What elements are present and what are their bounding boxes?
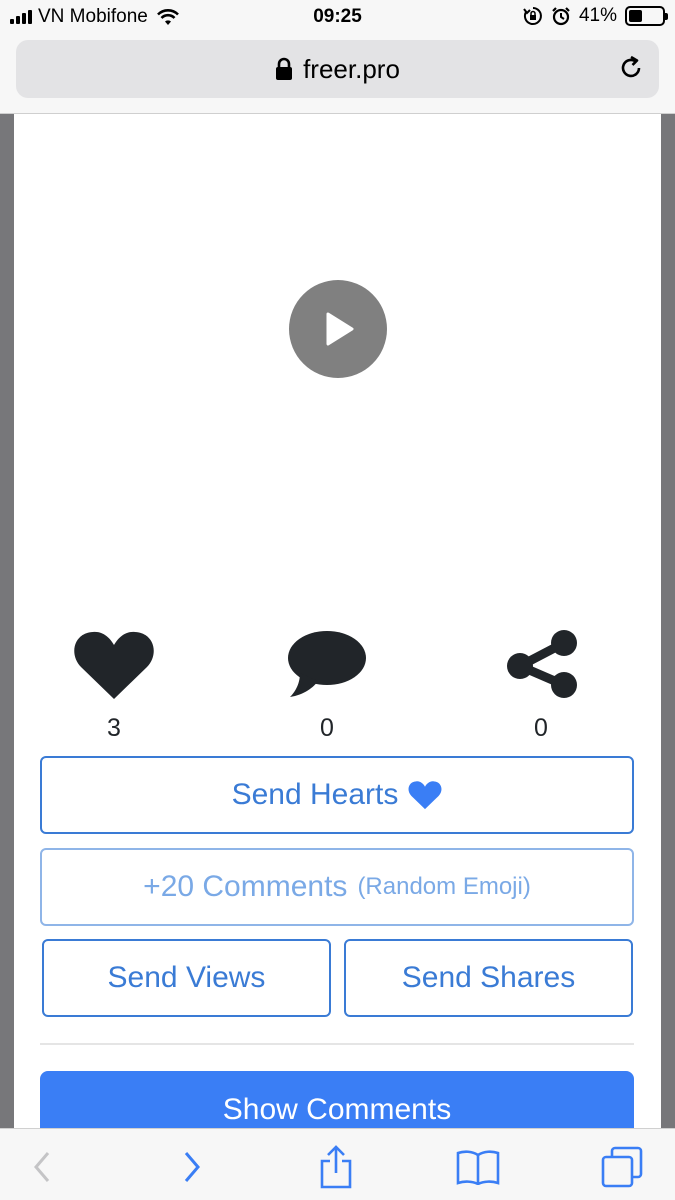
- status-bar: VN Mobifone 09:25 41%: [0, 0, 675, 36]
- comments-stat: 0: [267, 629, 387, 743]
- add-comments-label: +20 Comments: [143, 870, 348, 903]
- address-bar[interactable]: freer.pro: [16, 40, 659, 98]
- battery-fill: [629, 10, 643, 22]
- tabs-button[interactable]: [600, 1145, 644, 1189]
- add-comments-button[interactable]: +20 Comments (Random Emoji): [40, 848, 634, 926]
- battery-icon: [625, 6, 668, 26]
- share-button[interactable]: [314, 1145, 358, 1189]
- send-hearts-label: Send Hearts: [231, 778, 399, 811]
- status-right: 41%: [523, 5, 668, 27]
- hearts-stat: 3: [54, 629, 174, 743]
- battery-percent: 41%: [578, 5, 617, 26]
- page-content: 3 0 0 Send Hearts +20 Comments (Random E…: [14, 114, 661, 1128]
- lock-icon: [276, 57, 293, 80]
- add-comments-sublabel: (Random Emoji): [357, 873, 531, 900]
- comment-icon: [288, 631, 366, 697]
- browser-toolbar: [0, 1128, 675, 1200]
- divider: [40, 1043, 634, 1045]
- shares-stat: 0: [481, 629, 601, 743]
- send-hearts-button[interactable]: Send Hearts: [40, 756, 634, 834]
- chevron-left-icon: [34, 1152, 50, 1182]
- book-icon: [456, 1150, 500, 1185]
- bookmarks-button[interactable]: [456, 1145, 500, 1189]
- video-player[interactable]: [14, 114, 661, 614]
- blue-heart-icon: [408, 781, 442, 810]
- send-shares-button[interactable]: Send Shares: [344, 939, 633, 1017]
- share-sheet-icon: [320, 1145, 352, 1189]
- comments-count: 0: [320, 714, 334, 742]
- chevron-right-icon: [184, 1152, 200, 1182]
- show-comments-button[interactable]: Show Comments: [40, 1071, 634, 1128]
- heart-icon: [74, 631, 154, 699]
- shares-count: 0: [534, 714, 548, 742]
- share-icon: [507, 630, 577, 698]
- stats-row: 3 0 0: [14, 629, 661, 742]
- url-text: freer.pro: [303, 53, 400, 84]
- alarm-icon: [552, 7, 570, 26]
- back-button[interactable]: [20, 1145, 64, 1189]
- hearts-count: 3: [107, 714, 121, 742]
- tabs-icon: [601, 1146, 643, 1188]
- rotation-lock-icon: [523, 7, 542, 25]
- web-viewport[interactable]: 3 0 0 Send Hearts +20 Comments (Random E…: [0, 114, 675, 1128]
- reload-icon[interactable]: [617, 54, 645, 82]
- send-views-label: Send Views: [107, 961, 266, 994]
- send-views-button[interactable]: Send Views: [42, 939, 331, 1017]
- show-comments-label: Show Comments: [222, 1093, 452, 1126]
- play-button[interactable]: [289, 280, 387, 378]
- forward-button[interactable]: [170, 1145, 214, 1189]
- send-shares-label: Send Shares: [401, 961, 576, 994]
- play-icon: [326, 312, 354, 346]
